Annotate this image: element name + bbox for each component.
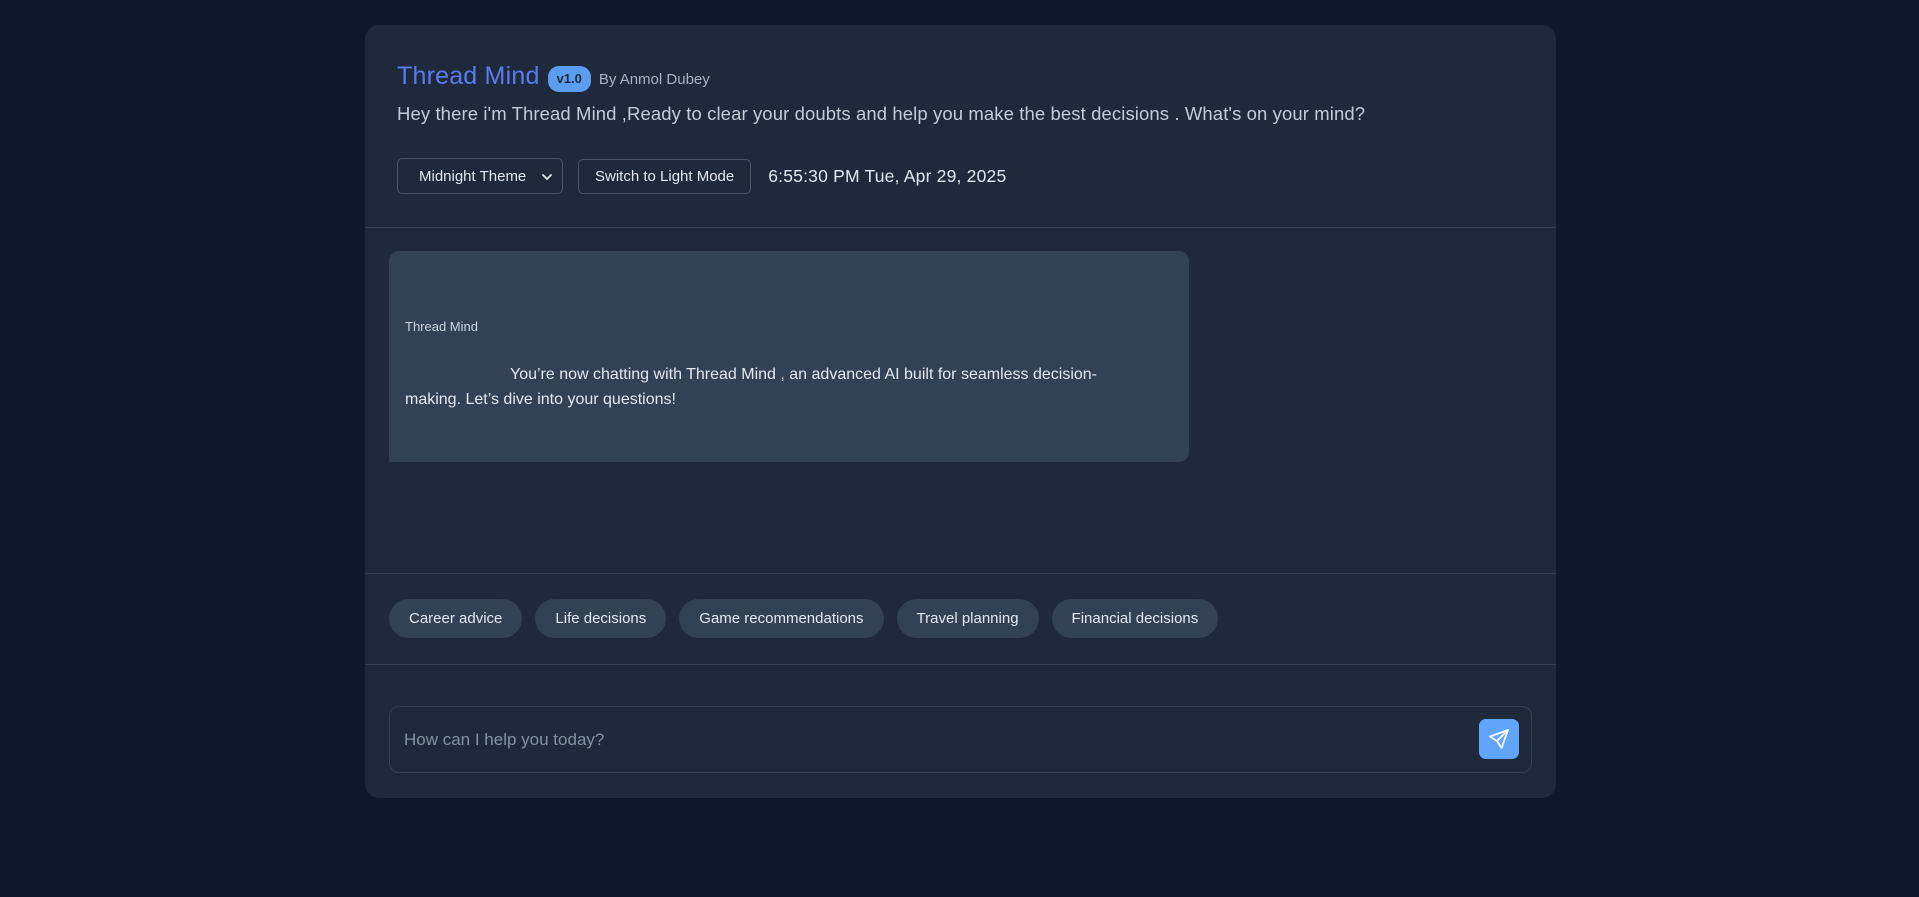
- suggestion-chips: Career advice Life decisions Game recomm…: [365, 574, 1556, 665]
- chat-app-card: Thread Mind v1.0 By Anmol Dubey Hey ther…: [365, 25, 1556, 798]
- version-badge: v1.0: [547, 66, 591, 92]
- message-text: You’re now chatting with Thread Mind , a…: [405, 366, 1097, 408]
- suggestion-chip-career-advice[interactable]: Career advice: [389, 599, 523, 638]
- app-tagline: Hey there i'm Thread Mind ,Ready to clea…: [397, 103, 1366, 124]
- chevron-down-icon: [542, 174, 552, 180]
- author-credit: By Anmol Dubey: [598, 70, 710, 88]
- message-input[interactable]: [402, 721, 1442, 759]
- datetime-display: 6:55:30 PM Tue, Apr 29, 2025: [768, 165, 1007, 186]
- title-row: Thread Mind v1.0 By Anmol Dubey: [397, 61, 1524, 92]
- suggestion-chip-life-decisions[interactable]: Life decisions: [535, 599, 667, 638]
- app-title: Thread Mind: [397, 61, 540, 90]
- input-zone: [365, 665, 1556, 798]
- theme-select[interactable]: Midnight Theme: [397, 158, 563, 194]
- message-sender: Thread Mind: [405, 319, 478, 334]
- suggestion-chip-travel-planning[interactable]: Travel planning: [896, 599, 1039, 638]
- theme-select-value: Midnight Theme: [419, 167, 527, 185]
- message-input-box: [389, 706, 1532, 773]
- suggestion-chip-financial-decisions[interactable]: Financial decisions: [1051, 599, 1219, 638]
- header-controls: Midnight Theme Switch to Light Mode 6:55…: [397, 158, 1006, 194]
- bot-message: Thread Mind You’re now chatting with Thr…: [389, 251, 1189, 462]
- app-header: Thread Mind v1.0 By Anmol Dubey Hey ther…: [365, 25, 1556, 228]
- light-mode-button[interactable]: Switch to Light Mode: [578, 158, 752, 194]
- send-icon: [1489, 729, 1509, 749]
- chat-messages: Thread Mind You’re now chatting with Thr…: [365, 228, 1556, 574]
- send-button[interactable]: [1479, 719, 1519, 759]
- suggestion-chip-game-recommendations[interactable]: Game recommendations: [679, 599, 884, 638]
